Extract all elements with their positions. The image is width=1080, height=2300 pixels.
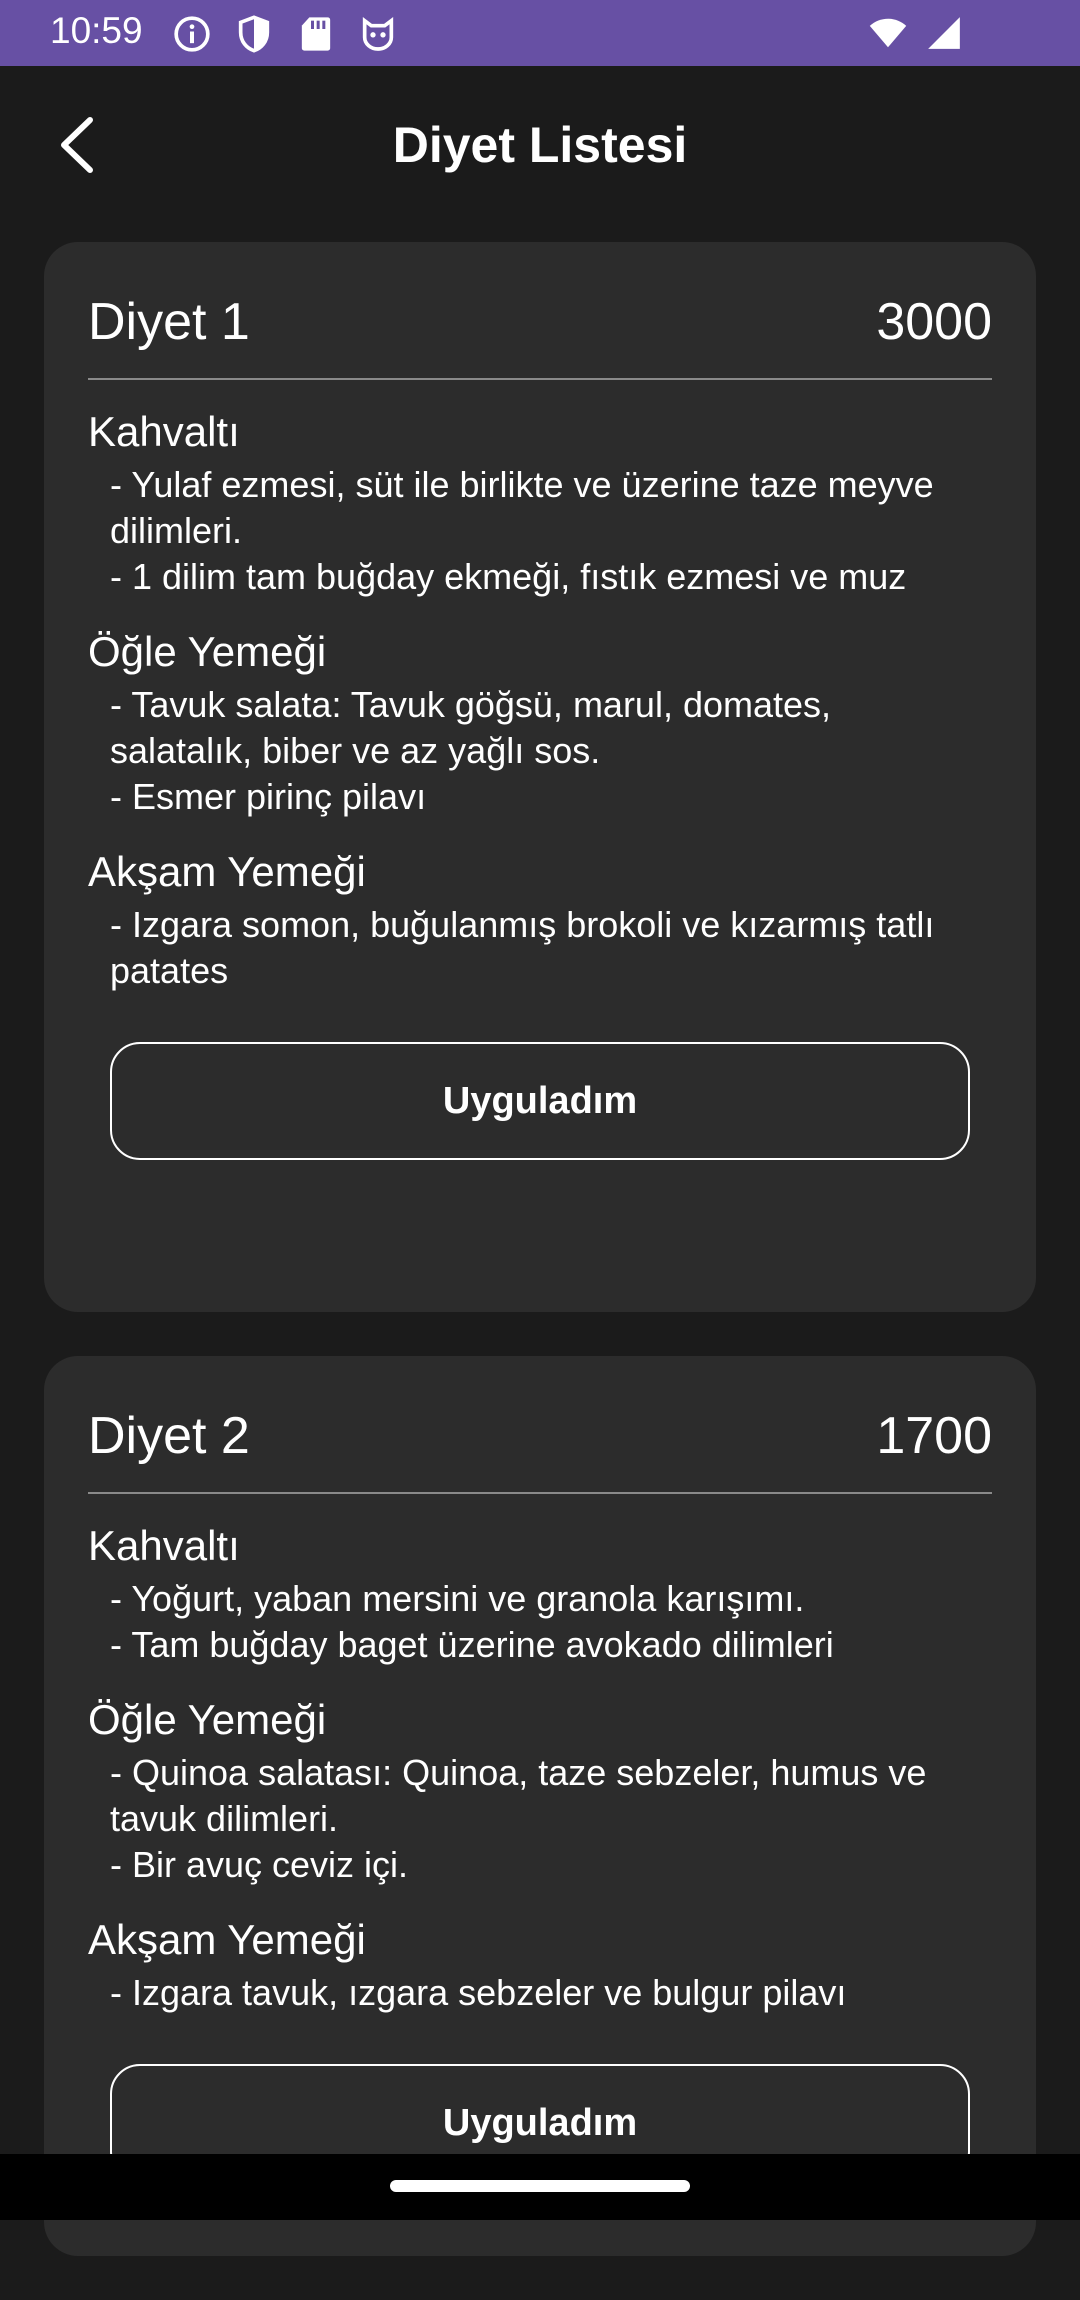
app-bar: Diyet Listesi (0, 66, 1080, 222)
shield-icon (238, 15, 270, 53)
meal-item: - Izgara tavuk, ızgara sebzeler ve bulgu… (110, 1972, 847, 2013)
status-icons-left (172, 14, 398, 54)
meal-item: - Tavuk salata: Tavuk göğsü, marul, doma… (110, 684, 832, 771)
meal-title: Kahvaltı (88, 408, 240, 455)
meal-item: - Esmer pirinç pilavı (110, 776, 427, 817)
meal-dinner: Akşam Yemeği - Izgara somon, buğulanmış … (88, 848, 992, 994)
meal-item: - 1 dilim tam buğday ekmeği, fıstık ezme… (110, 556, 907, 597)
meal-item: - Yulaf ezmesi, süt ile birlikte ve üzer… (110, 464, 934, 551)
meal-item: - Quinoa salatası: Quinoa, taze sebzeler… (110, 1752, 927, 1839)
signal-icon (928, 17, 960, 49)
diet-name: Diyet 1 (88, 293, 250, 351)
meal-lunch: Öğle Yemeği - Quinoa salatası: Quinoa, t… (88, 1696, 992, 1888)
meal-title: Öğle Yemeği (88, 1696, 327, 1743)
status-icons-right (868, 14, 964, 52)
meal-item: - Yoğurt, yaban mersini ve granola karış… (110, 1578, 805, 1619)
meal-item: - Izgara somon, buğulanmış brokoli ve kı… (110, 904, 935, 991)
diet-card: Diyet 2 1700 Kahvaltı - Yoğurt, yaban me… (44, 1356, 1036, 2256)
diet-list: Diyet 1 3000 Kahvaltı - Yulaf ezmesi, sü… (44, 242, 1036, 2300)
meal-dinner: Akşam Yemeği - Izgara tavuk, ızgara sebz… (88, 1916, 992, 2016)
status-time: 10:59 (50, 10, 143, 51)
page-title: Diyet Listesi (392, 117, 688, 173)
apply-button[interactable]: Uyguladım (110, 1042, 970, 1160)
diet-card-header: Diyet 2 1700 (88, 1406, 992, 1494)
diet-card-header: Diyet 1 3000 (88, 292, 992, 380)
meal-title: Kahvaltı (88, 1522, 240, 1569)
diet-card: Diyet 1 3000 Kahvaltı - Yulaf ezmesi, sü… (44, 242, 1036, 1312)
status-bar: 10:59 (0, 0, 1080, 66)
diet-calories: 3000 (876, 293, 992, 351)
home-gesture-handle[interactable] (390, 2180, 690, 2192)
wifi-icon (869, 18, 907, 48)
meal-title: Öğle Yemeği (88, 628, 327, 675)
cat-icon (362, 17, 394, 51)
sd-card-icon (301, 17, 331, 51)
meal-title: Akşam Yemeği (88, 1916, 366, 1963)
meal-lunch: Öğle Yemeği - Tavuk salata: Tavuk göğsü,… (88, 628, 992, 820)
navigation-bar (0, 2154, 1080, 2220)
meal-item: - Bir avuç ceviz içi. (110, 1844, 409, 1885)
meal-breakfast: Kahvaltı - Yulaf ezmesi, süt ile birlikt… (88, 408, 992, 600)
info-icon (174, 16, 210, 52)
meal-item: - Tam buğday baget üzerine avokado dilim… (110, 1624, 834, 1665)
meal-title: Akşam Yemeği (88, 848, 366, 895)
diet-name: Diyet 2 (88, 1407, 250, 1465)
diet-calories: 1700 (876, 1407, 992, 1465)
meal-breakfast: Kahvaltı - Yoğurt, yaban mersini ve gran… (88, 1522, 992, 1668)
